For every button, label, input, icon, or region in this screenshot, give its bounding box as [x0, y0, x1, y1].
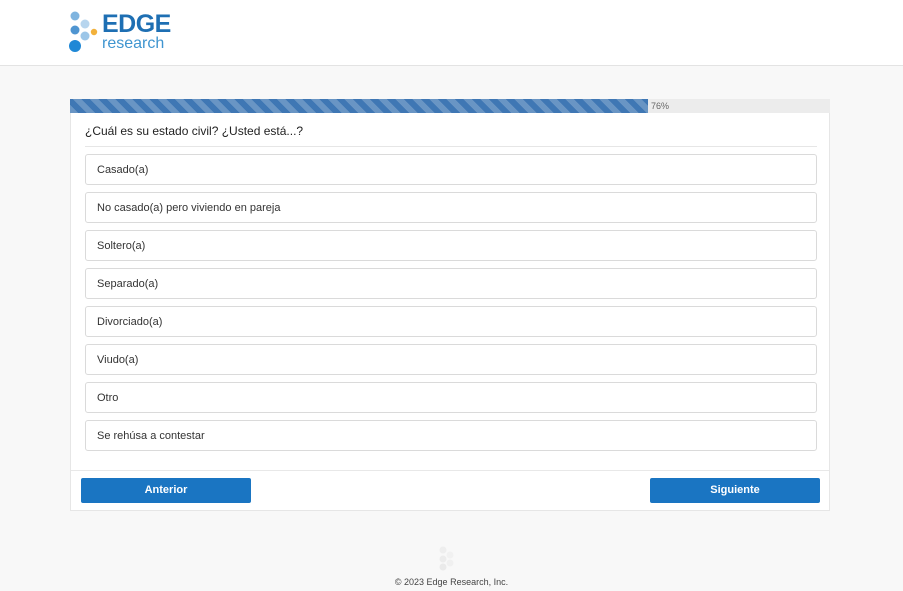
logo-dots-icon	[69, 11, 98, 52]
next-button[interactable]: Siguiente	[650, 478, 820, 503]
logo-wordmark-research: research	[102, 35, 165, 52]
logo-wordmark-edge: EDGE	[102, 10, 171, 38]
answer-option-label: Se rehúsa a contestar	[97, 430, 205, 442]
progress-bar: 76%	[70, 99, 830, 113]
answer-option[interactable]: Se rehúsa a contestar	[85, 420, 817, 451]
question-card: ¿Cuál es su estado civil? ¿Usted está...…	[70, 113, 830, 511]
copyright-text: © 2023 Edge Research, Inc.	[394, 577, 509, 587]
answer-options-list: Casado(a) No casado(a) pero viviendo en …	[85, 154, 817, 458]
answer-option[interactable]: Viudo(a)	[85, 344, 817, 375]
progress-bar-fill	[70, 99, 648, 113]
question-divider	[85, 146, 817, 147]
answer-option-label: Otro	[97, 392, 119, 404]
nav-divider	[71, 470, 829, 471]
answer-option-label: Divorciado(a)	[97, 316, 163, 328]
answer-option-label: No casado(a) pero viviendo en pareja	[97, 202, 281, 214]
answer-option[interactable]: Otro	[85, 382, 817, 413]
answer-option[interactable]: Divorciado(a)	[85, 306, 817, 337]
answer-option-label: Separado(a)	[97, 278, 159, 290]
footer-logo-icon	[439, 546, 454, 571]
progress-percent-label: 76%	[651, 101, 670, 111]
edge-research-logo[interactable]: EDGE research	[69, 10, 179, 56]
site-header: EDGE research	[0, 0, 903, 66]
answer-option-label: Soltero(a)	[97, 240, 146, 252]
question-text: ¿Cuál es su estado civil? ¿Usted está...…	[85, 124, 304, 138]
answer-option[interactable]: Soltero(a)	[85, 230, 817, 261]
answer-option[interactable]: No casado(a) pero viviendo en pareja	[85, 192, 817, 223]
answer-option[interactable]: Casado(a)	[85, 154, 817, 185]
answer-option[interactable]: Separado(a)	[85, 268, 817, 299]
previous-button[interactable]: Anterior	[81, 478, 251, 503]
answer-option-label: Casado(a)	[97, 164, 149, 176]
answer-option-label: Viudo(a)	[97, 354, 139, 366]
